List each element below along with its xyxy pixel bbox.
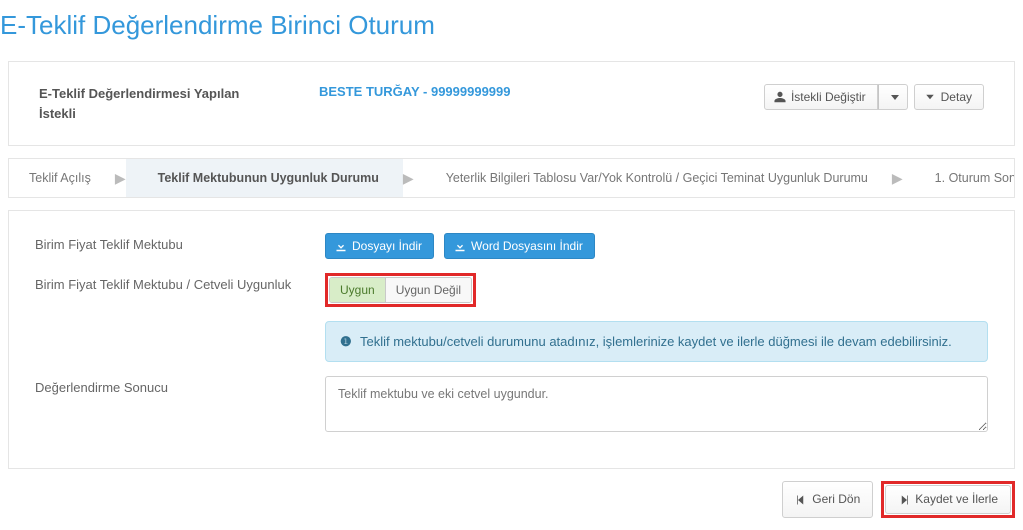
evaluation-result-textarea[interactable]	[325, 376, 988, 432]
wizard-step-2[interactable]: Teklif Mektubunun Uygunluk Durumu	[126, 159, 403, 197]
change-bidder-button[interactable]: İstekli Değiştir	[764, 84, 878, 110]
detail-label: Detay	[941, 90, 972, 104]
info-alert-text: Teklif mektubu/cetveli durumunu atadınız…	[360, 334, 952, 349]
wizard-step-3[interactable]: Yeterlik Bilgileri Tablosu Var/Yok Kontr…	[414, 159, 892, 197]
download-icon	[454, 240, 466, 252]
user-icon	[774, 91, 786, 103]
wizard-arrow-icon: ▶	[115, 159, 126, 197]
change-bidder-dropdown[interactable]	[878, 84, 908, 110]
chevron-down-icon	[924, 91, 936, 103]
wizard-step-4[interactable]: 1. Oturum Sonu	[903, 159, 1015, 197]
detail-button[interactable]: Detay	[914, 84, 984, 110]
highlight-save-next: Kaydet ve İlerle	[881, 481, 1015, 517]
change-bidder-button-group: İstekli Değiştir	[764, 84, 908, 110]
footer-actions: Geri Dön Kaydet ve İlerle	[0, 481, 1023, 529]
compliance-option-ok[interactable]: Uygun	[330, 278, 386, 302]
chevron-down-icon	[891, 95, 899, 100]
compliance-label: Birim Fiyat Teklif Mektubu / Cetveli Uyg…	[35, 273, 325, 292]
download-file-label: Dosyayı İndir	[352, 239, 422, 253]
compliance-toggle: Uygun Uygun Değil	[329, 277, 472, 303]
offer-letter-label: Birim Fiyat Teklif Mektubu	[35, 233, 325, 252]
download-file-button[interactable]: Dosyayı İndir	[325, 233, 434, 259]
highlight-uygun: Uygun Uygun Değil	[325, 273, 476, 307]
back-button[interactable]: Geri Dön	[782, 481, 873, 517]
info-icon: ❶	[340, 334, 354, 348]
compliance-option-notok[interactable]: Uygun Değil	[386, 278, 471, 302]
bidder-info-panel: E-Teklif Değerlendirmesi Yapılan İstekli…	[8, 61, 1015, 146]
save-next-label: Kaydet ve İlerle	[915, 492, 998, 506]
step-forward-icon	[898, 494, 910, 506]
wizard-arrow-icon: ▶	[403, 159, 414, 197]
result-label: Değerlendirme Sonucu	[35, 376, 325, 395]
step-back-icon	[795, 494, 807, 506]
info-alert: ❶ Teklif mektubu/cetveli durumunu atadını…	[325, 321, 988, 362]
evaluation-form-panel: Birim Fiyat Teklif Mektubu Dosyayı İndir…	[8, 210, 1015, 469]
save-next-button[interactable]: Kaydet ve İlerle	[885, 485, 1011, 513]
wizard-arrow-icon: ▶	[892, 159, 903, 197]
back-label: Geri Dön	[812, 492, 860, 506]
download-word-button[interactable]: Word Dosyasını İndir	[444, 233, 595, 259]
change-bidder-label: İstekli Değiştir	[791, 90, 866, 104]
download-word-label: Word Dosyasını İndir	[471, 239, 583, 253]
page-title: E-Teklif Değerlendirme Birinci Oturum	[0, 0, 1023, 55]
wizard-step-1[interactable]: Teklif Açılış	[9, 159, 115, 197]
download-icon	[335, 240, 347, 252]
bidder-label: E-Teklif Değerlendirmesi Yapılan İstekli	[39, 84, 279, 123]
wizard-steps: Teklif Açılış ▶ Teklif Mektubunun Uygunl…	[8, 158, 1015, 198]
bidder-value: BESTE TURĞAY - 99999999999	[319, 84, 724, 99]
